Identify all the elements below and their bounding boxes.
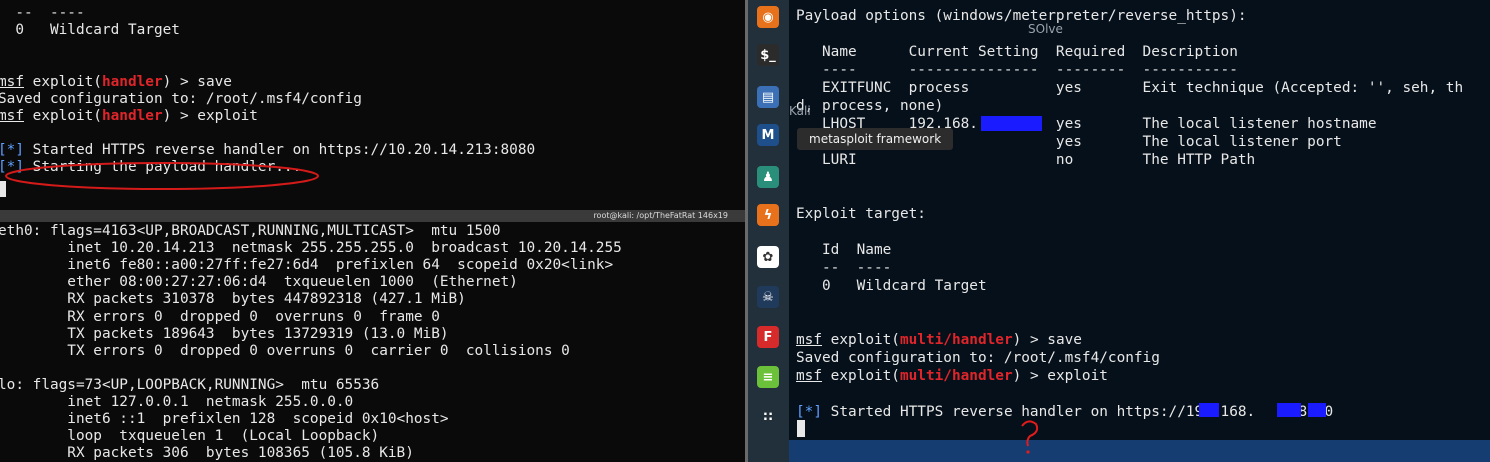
dock-tooltip: metasploit framework [797, 128, 954, 150]
annotation-layer [5, 162, 1039, 454]
red-circle-annotation [5, 162, 319, 190]
background-label-kali: Kali [789, 104, 811, 118]
background-label-solve: SOlve [1028, 22, 1063, 36]
red-question-mark-annotation [1021, 420, 1039, 447]
